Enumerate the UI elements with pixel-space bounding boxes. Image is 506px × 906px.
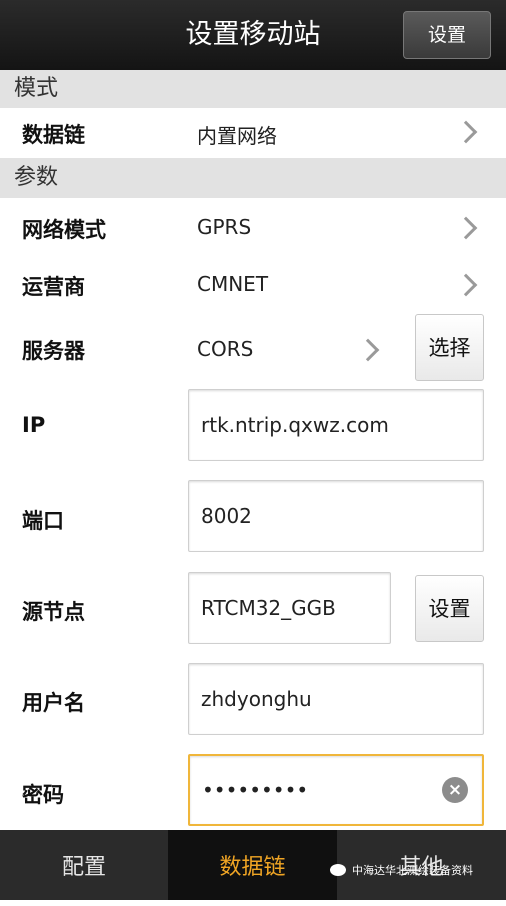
- source-node-input[interactable]: [189, 573, 390, 643]
- datalink-row[interactable]: 数据链 内置网络: [0, 108, 506, 156]
- ip-label: IP: [22, 413, 46, 437]
- port-label: 端口: [22, 509, 64, 533]
- settings-button[interactable]: 设置: [403, 11, 491, 59]
- watermark-text: 中海达华北测绘装备资料: [352, 864, 473, 877]
- set-source-node-button[interactable]: 设置: [415, 575, 484, 642]
- username-field[interactable]: [188, 663, 484, 735]
- chevron-right-icon: [356, 338, 380, 362]
- datalink-value: 内置网络: [197, 124, 277, 148]
- port-field[interactable]: [188, 480, 484, 552]
- section-header-params: 参数: [0, 158, 506, 198]
- operator-row[interactable]: 运营商 CMNET: [0, 257, 506, 309]
- datalink-label: 数据链: [22, 123, 85, 147]
- source-node-label: 源节点: [22, 600, 85, 624]
- server-row[interactable]: 服务器 CORS: [0, 320, 400, 376]
- password-field[interactable]: [188, 754, 484, 826]
- password-label: 密码: [22, 783, 64, 807]
- wechat-icon: [330, 864, 346, 876]
- network-mode-value: GPRS: [197, 215, 252, 239]
- operator-value: CMNET: [197, 272, 269, 296]
- server-value: CORS: [197, 337, 254, 361]
- tab-datalink[interactable]: 数据链: [168, 830, 337, 900]
- password-input[interactable]: [190, 756, 482, 824]
- network-mode-label: 网络模式: [22, 218, 106, 242]
- title-bar: 设置移动站 设置: [0, 0, 506, 70]
- server-label: 服务器: [22, 339, 85, 363]
- tab-config[interactable]: 配置: [0, 830, 168, 900]
- chevron-right-icon: [454, 273, 478, 297]
- chevron-right-icon: [454, 216, 478, 240]
- network-mode-row[interactable]: 网络模式 GPRS: [0, 200, 506, 252]
- chevron-right-icon: [454, 120, 478, 144]
- operator-label: 运营商: [22, 275, 85, 299]
- source-node-field[interactable]: [188, 572, 391, 644]
- clear-icon[interactable]: ×: [442, 777, 468, 803]
- ip-field[interactable]: [188, 389, 484, 461]
- section-header-mode: 模式: [0, 70, 506, 108]
- username-input[interactable]: [189, 664, 483, 734]
- ip-input[interactable]: [189, 390, 483, 460]
- port-input[interactable]: [189, 481, 483, 551]
- select-server-button[interactable]: 选择: [415, 314, 484, 381]
- username-label: 用户名: [22, 691, 85, 715]
